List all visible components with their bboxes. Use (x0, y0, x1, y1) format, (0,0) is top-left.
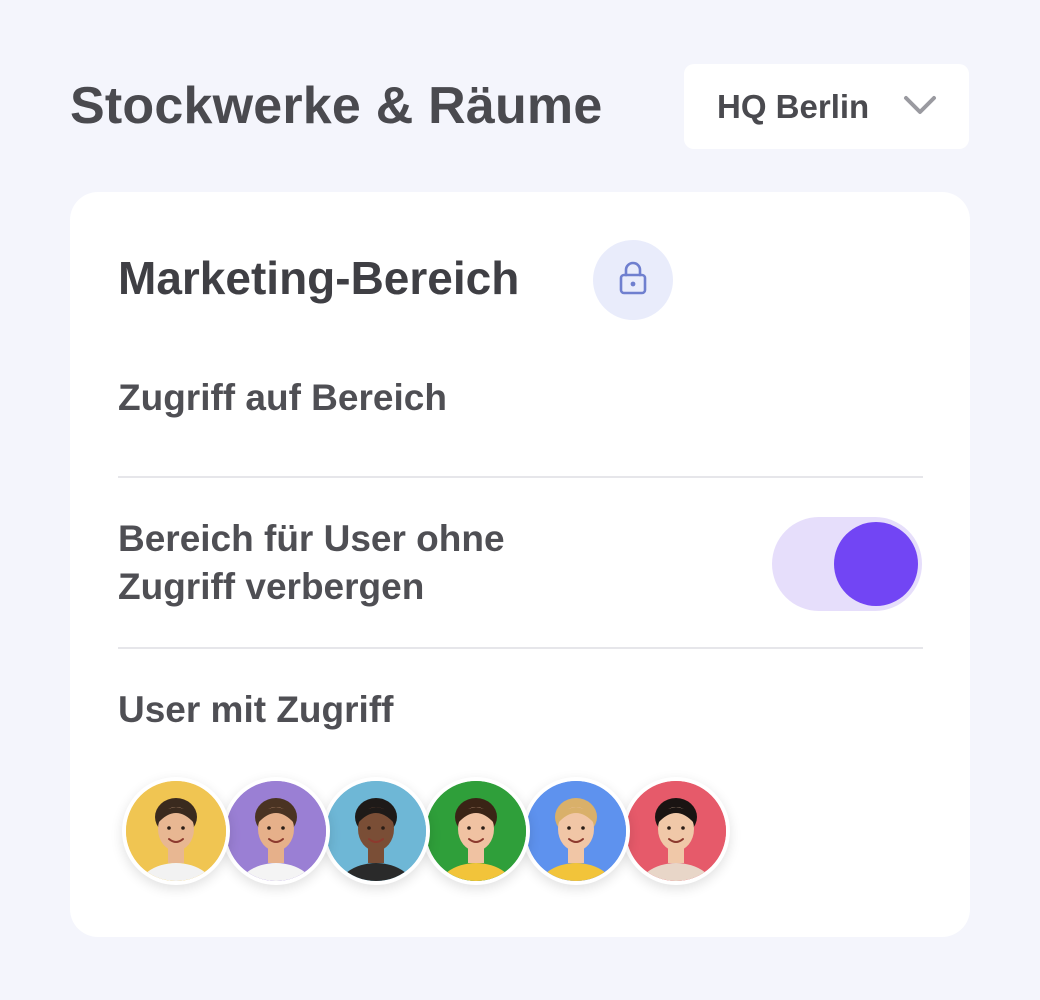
access-label: Zugriff auf Bereich (118, 377, 447, 418)
toggle-knob (834, 522, 918, 606)
lock-badge[interactable] (593, 240, 673, 320)
hide-toggle-label-line1: Bereich für User ohne (118, 518, 505, 559)
divider (118, 647, 923, 649)
hide-toggle-label: Bereich für User ohne Zugriff verbergen (118, 515, 505, 611)
user-avatar[interactable] (122, 777, 230, 885)
user-avatar[interactable] (422, 777, 530, 885)
user-avatar[interactable] (222, 777, 330, 885)
user-avatar[interactable] (622, 777, 730, 885)
user-avatar[interactable] (522, 777, 630, 885)
lock-icon (618, 261, 648, 300)
chevron-down-icon (903, 94, 937, 118)
divider (118, 476, 923, 478)
hide-toggle-label-line2: Zugriff verbergen (118, 566, 425, 607)
area-card: Marketing-Bereich Zugriff auf Bereich Be… (70, 192, 970, 937)
hide-area-toggle[interactable] (772, 517, 922, 611)
area-title: Marketing-Bereich (118, 252, 520, 304)
avatar-group (122, 777, 742, 887)
page-title: Stockwerke & Räume (70, 77, 603, 135)
users-label: User mit Zugriff (118, 689, 394, 730)
location-select-value: HQ Berlin (717, 87, 870, 125)
user-avatar[interactable] (322, 777, 430, 885)
location-select[interactable]: HQ Berlin (684, 64, 969, 149)
